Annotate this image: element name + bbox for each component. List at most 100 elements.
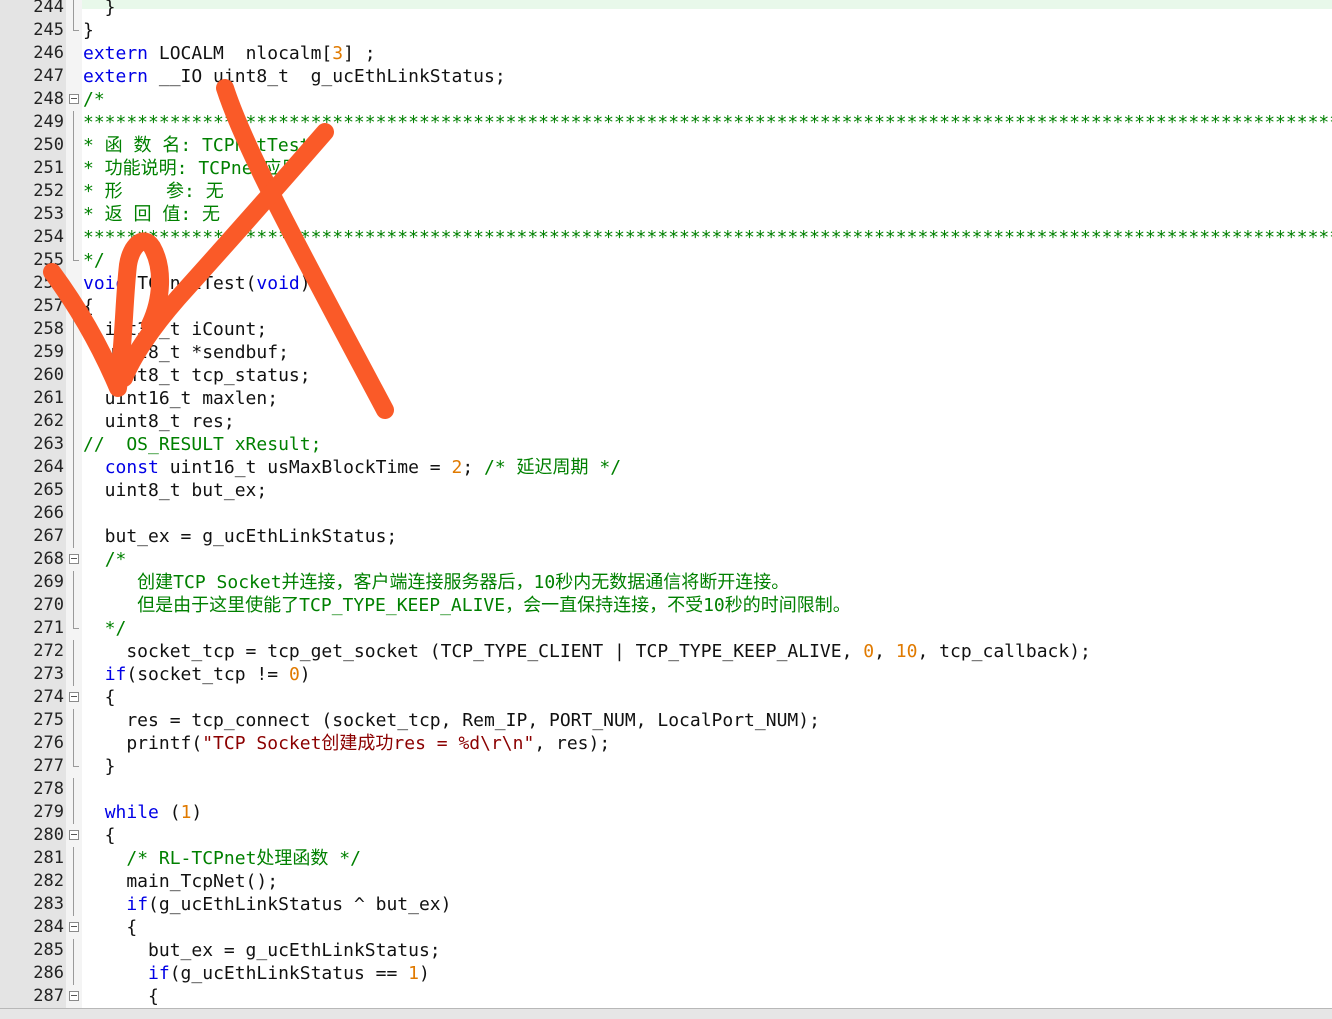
code-line[interactable]: 277 } <box>0 755 1332 778</box>
code-line[interactable]: 266 <box>0 502 1332 525</box>
code-line[interactable]: 280 { <box>0 824 1332 847</box>
code-text[interactable]: // OS_RESULT xResult; <box>83 433 321 456</box>
code-text[interactable]: uint8_t but_ex; <box>83 479 268 502</box>
code-line[interactable]: 254 *************************************… <box>0 226 1332 249</box>
code-text[interactable]: const uint16_t usMaxBlockTime = 2; /* 延迟… <box>83 456 621 479</box>
code-line[interactable]: 273 if(socket_tcp != 0) <box>0 663 1332 686</box>
code-line[interactable]: 255 */ <box>0 249 1332 272</box>
code-line[interactable]: 278 <box>0 778 1332 801</box>
code-line[interactable]: 274 { <box>0 686 1332 709</box>
code-text[interactable]: void TCPnetTest(void) <box>83 272 311 295</box>
code-text[interactable]: if(socket_tcp != 0) <box>83 663 311 686</box>
code-line[interactable]: 259 uint8_t *sendbuf; <box>0 341 1332 364</box>
code-text[interactable]: ****************************************… <box>83 111 1332 134</box>
code-text[interactable]: 创建TCP Socket并连接，客户端连接服务器后，10秒内无数据通信将断开连接… <box>83 571 789 594</box>
code-editor[interactable]: 244 } 245} 246 extern LOCALM nlocalm[3] ; 24… <box>0 0 1332 1010</box>
code-text[interactable]: if(g_ucEthLinkStatus == 1) <box>83 962 430 985</box>
code-line[interactable]: 262 uint8_t res; <box>0 410 1332 433</box>
code-line[interactable]: 283 if(g_ucEthLinkStatus ^ but_ex) <box>0 893 1332 916</box>
code-line[interactable]: 249 *************************************… <box>0 111 1332 134</box>
code-line[interactable]: 263 // OS_RESULT xResult; <box>0 433 1332 456</box>
code-text[interactable]: res = tcp_connect (socket_tcp, Rem_IP, P… <box>83 709 820 732</box>
code-line[interactable]: 260 uint8_t tcp_status; <box>0 364 1332 387</box>
token: { <box>83 687 116 708</box>
line-number: 262 <box>33 411 64 431</box>
code-line[interactable]: 282 main_TcpNet(); <box>0 870 1332 893</box>
code-line[interactable]: 246 extern LOCALM nlocalm[3] ; <box>0 42 1332 65</box>
code-text[interactable]: } <box>83 19 94 42</box>
code-text[interactable]: { <box>83 824 116 847</box>
code-line[interactable]: 270 但是由于这里使能了TCP_TYPE_KEEP_ALIVE，会一直保持连接… <box>0 594 1332 617</box>
code-text[interactable]: * 返 回 值: 无 <box>83 203 220 226</box>
code-line[interactable]: 261 uint16_t maxlen; <box>0 387 1332 410</box>
code-text[interactable]: uint8_t res; <box>83 410 235 433</box>
code-line[interactable]: 272 socket_tcp = tcp_get_socket (TCP_TYP… <box>0 640 1332 663</box>
code-line[interactable]: 258 int32_t iCount; <box>0 318 1332 341</box>
code-text[interactable]: extern LOCALM nlocalm[3] ; <box>83 42 376 65</box>
code-text[interactable]: * 函 数 名: TCPnetTest <box>83 134 310 157</box>
code-text[interactable]: { <box>83 295 94 318</box>
code-line[interactable]: 268 /* <box>0 548 1332 571</box>
code-line[interactable]: 250 * 函 数 名: TCPnetTest <box>0 134 1332 157</box>
code-line[interactable]: 285 but_ex = g_ucEthLinkStatus; <box>0 939 1332 962</box>
fold-toggle-icon[interactable] <box>66 985 82 1008</box>
code-line[interactable]: 287 { <box>0 985 1332 1008</box>
code-text[interactable]: but_ex = g_ucEthLinkStatus; <box>83 525 398 548</box>
code-text[interactable]: printf("TCP Socket创建成功res = %d\r\n", res… <box>83 732 610 755</box>
code-line[interactable]: 247 extern __IO uint8_t g_ucEthLinkStatus… <box>0 65 1332 88</box>
code-line[interactable]: 251 * 功能说明: TCPnet应用 <box>0 157 1332 180</box>
code-text[interactable]: */ <box>83 249 105 272</box>
code-text[interactable]: /* RL-TCPnet处理函数 */ <box>83 847 361 870</box>
code-text[interactable]: ****************************************… <box>83 226 1332 249</box>
code-line[interactable]: 264 const uint16_t usMaxBlockTime = 2; /… <box>0 456 1332 479</box>
code-line[interactable]: 284 { <box>0 916 1332 939</box>
code-line[interactable]: 257 { <box>0 295 1332 318</box>
code-line[interactable]: 279 while (1) <box>0 801 1332 824</box>
code-line[interactable]: 286 if(g_ucEthLinkStatus == 1) <box>0 962 1332 985</box>
code-line[interactable]: 253 * 返 回 值: 无 <box>0 203 1332 226</box>
code-text[interactable]: if(g_ucEthLinkStatus ^ but_ex) <box>83 893 451 916</box>
code-line[interactable]: 245} <box>0 19 1332 42</box>
code-text[interactable]: { <box>83 985 159 1008</box>
fold-toggle-icon[interactable] <box>66 824 82 847</box>
code-text[interactable]: uint8_t tcp_status; <box>83 364 311 387</box>
fold-toggle-icon[interactable] <box>66 548 82 571</box>
horizontal-scrollbar[interactable] <box>0 1008 1332 1019</box>
code-line[interactable]: 248 /* <box>0 88 1332 111</box>
code-text[interactable]: * 形 参: 无 <box>83 180 224 203</box>
code-line[interactable]: 275 res = tcp_connect (socket_tcp, Rem_I… <box>0 709 1332 732</box>
code-text[interactable]: socket_tcp = tcp_get_socket (TCP_TYPE_CL… <box>83 640 1091 663</box>
code-text[interactable]: extern __IO uint8_t g_ucEthLinkStatus; <box>83 65 506 88</box>
code-line[interactable]: 244 } <box>0 0 1332 19</box>
code-line[interactable]: 256 void TCPnetTest(void) <box>0 272 1332 295</box>
code-text[interactable]: * 功能说明: TCPnet应用 <box>83 157 299 180</box>
fold-toggle-icon[interactable] <box>66 88 82 111</box>
code-line[interactable]: 252 * 形 参: 无 <box>0 180 1332 203</box>
code-text[interactable]: 但是由于这里使能了TCP_TYPE_KEEP_ALIVE，会一直保持连接，不受1… <box>83 594 851 617</box>
code-text[interactable]: /* <box>83 88 105 111</box>
code-line[interactable]: 265 uint8_t but_ex; <box>0 479 1332 502</box>
code-text[interactable]: } <box>83 0 116 19</box>
line-number: 254 <box>33 227 64 247</box>
token-com: 但是由于这里使能了TCP_TYPE_KEEP_ALIVE，会一直保持连接，不受1… <box>83 595 851 616</box>
code-text[interactable]: */ <box>83 617 127 640</box>
code-text[interactable]: int32_t iCount; <box>83 318 268 341</box>
code-line[interactable]: 276 printf("TCP Socket创建成功res = %d\r\n",… <box>0 732 1332 755</box>
code-text[interactable]: { <box>83 916 137 939</box>
fold-toggle-icon[interactable] <box>66 916 82 939</box>
fold-toggle-icon[interactable] <box>66 686 82 709</box>
code-text[interactable]: main_TcpNet(); <box>83 870 278 893</box>
code-text[interactable]: { <box>83 686 116 709</box>
code-text[interactable]: uint8_t *sendbuf; <box>83 341 289 364</box>
code-line[interactable]: 269 创建TCP Socket并连接，客户端连接服务器后，10秒内无数据通信将… <box>0 571 1332 594</box>
fold-toggle-icon[interactable] <box>66 295 82 318</box>
code-text[interactable]: /* <box>83 548 127 571</box>
code-text[interactable]: } <box>83 755 116 778</box>
code-text[interactable]: uint16_t maxlen; <box>83 387 278 410</box>
code-text[interactable]: while (1) <box>83 801 203 824</box>
code-line[interactable]: 271 */ <box>0 617 1332 640</box>
code-text[interactable]: but_ex = g_ucEthLinkStatus; <box>83 939 441 962</box>
code-line[interactable]: 281 /* RL-TCPnet处理函数 */ <box>0 847 1332 870</box>
code-line[interactable]: 267 but_ex = g_ucEthLinkStatus; <box>0 525 1332 548</box>
